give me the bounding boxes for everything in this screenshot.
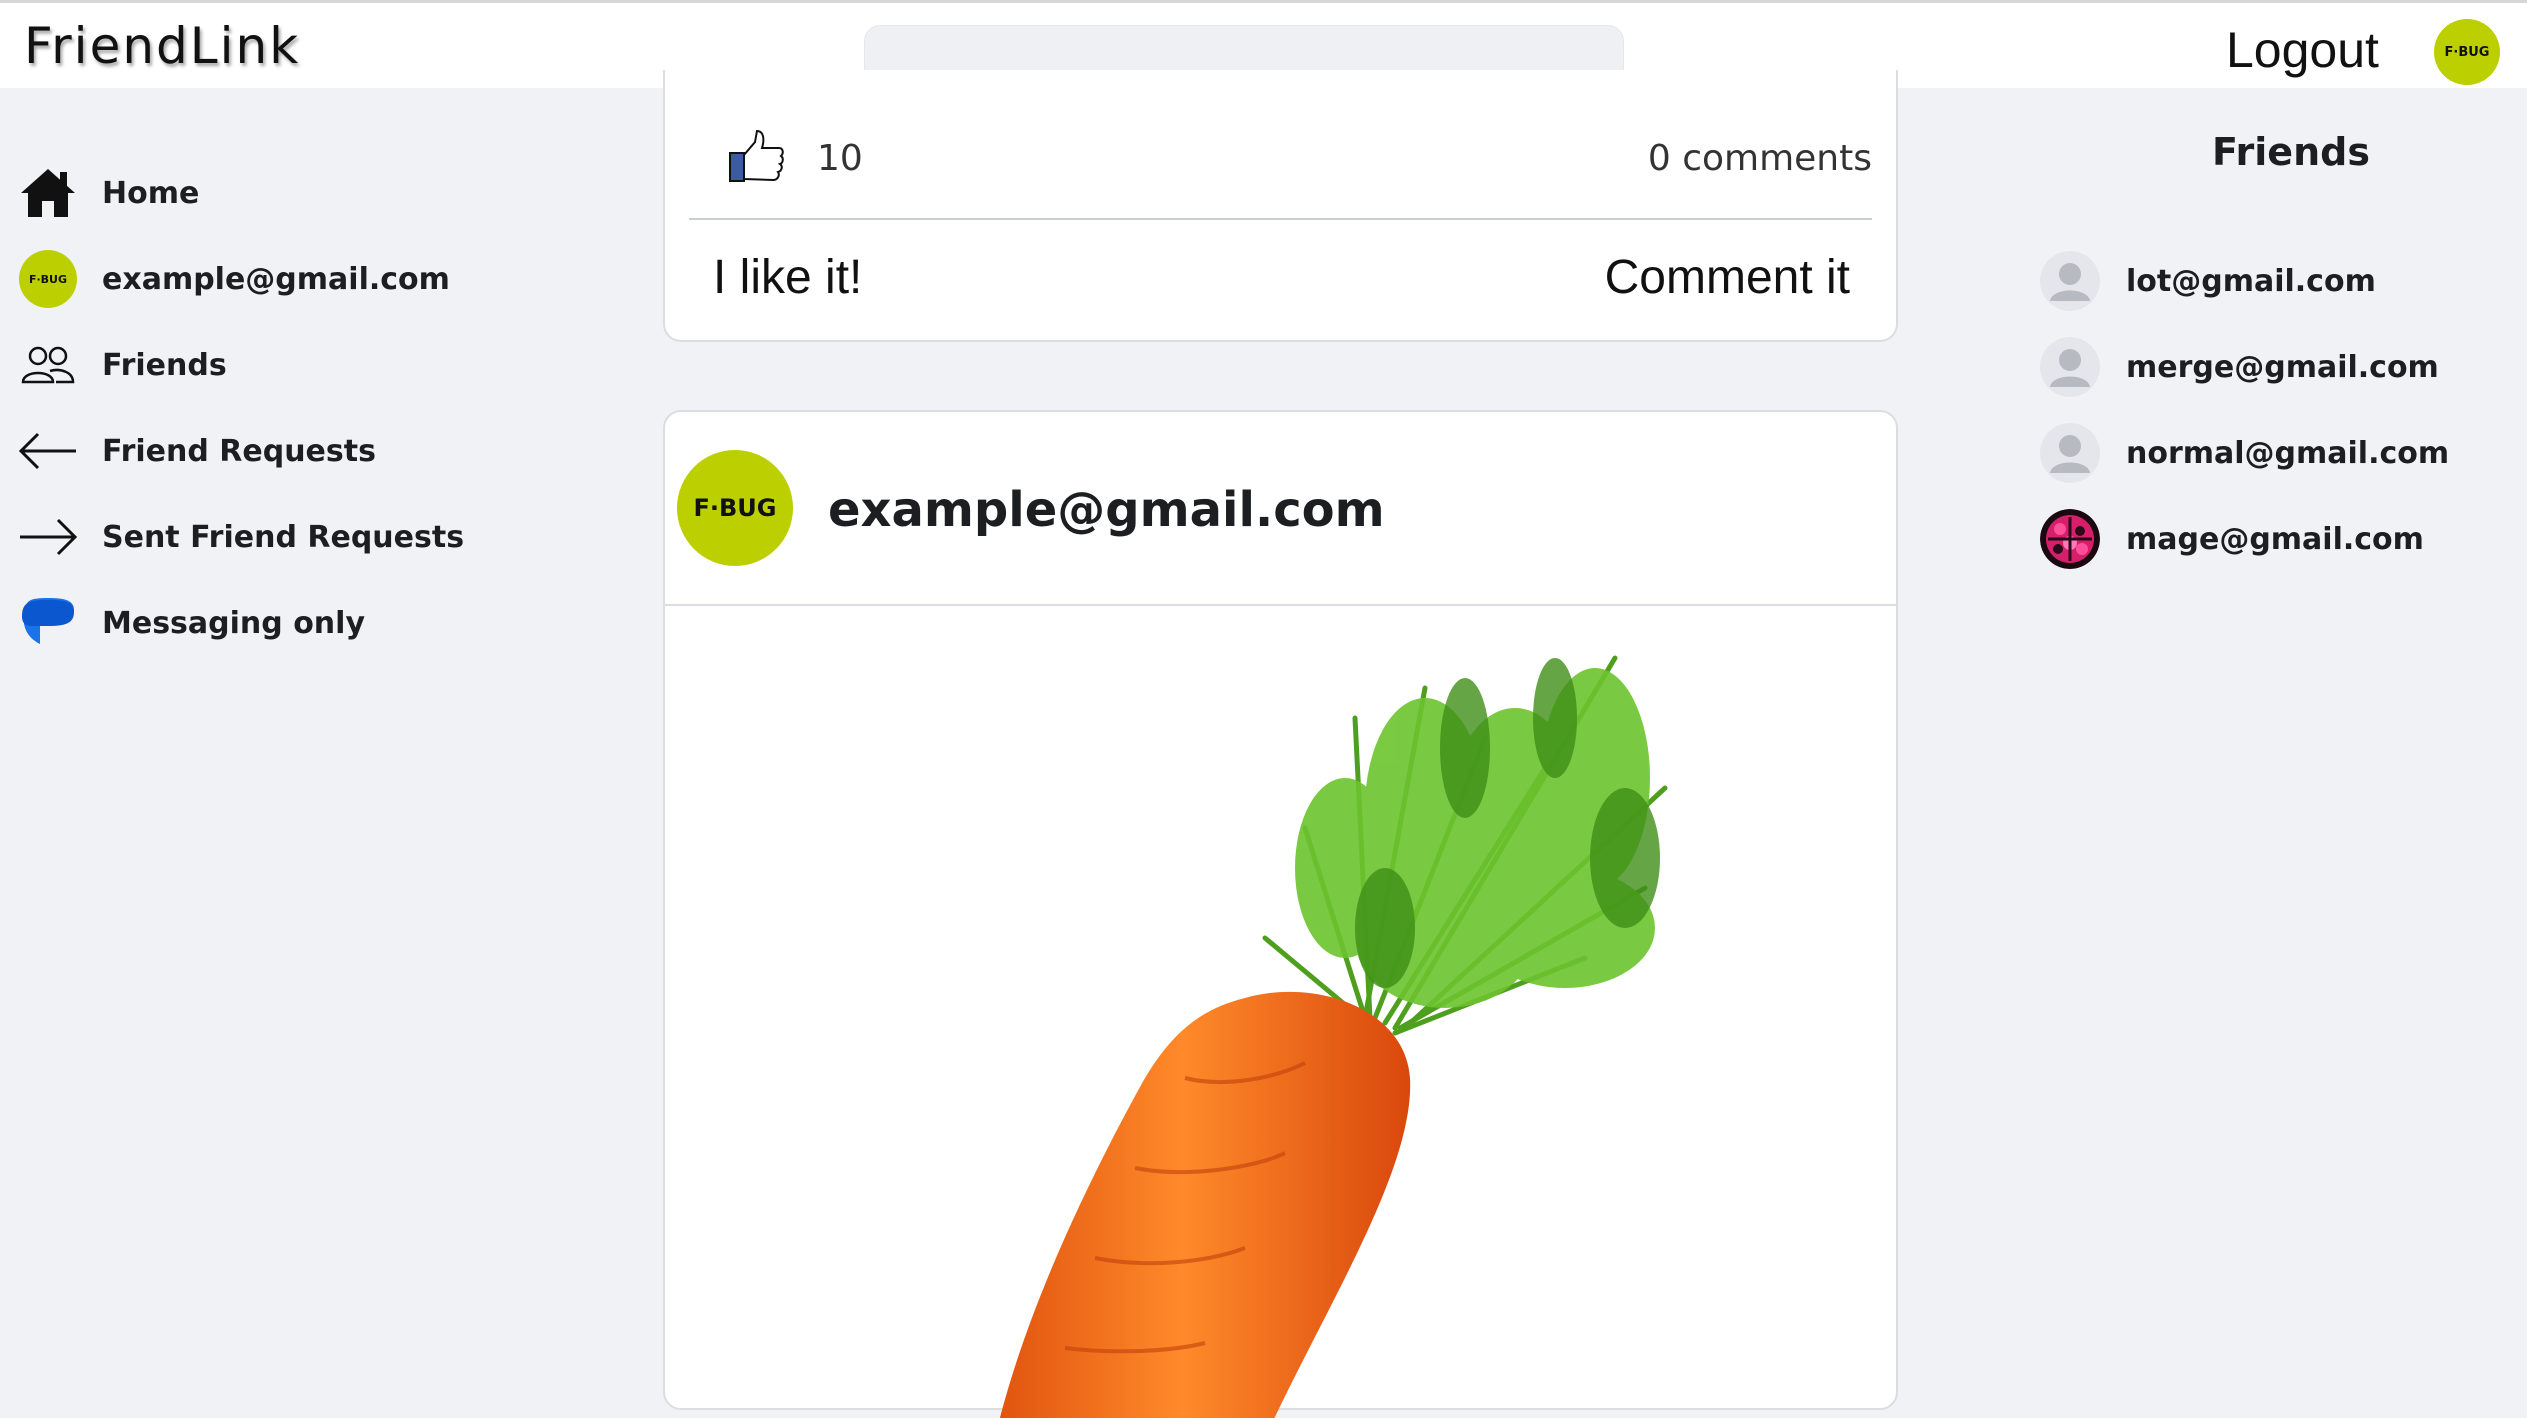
post-card: F·BUG example@gmail.com [663, 410, 1898, 1418]
carrot-root [999, 991, 1411, 1418]
divider [689, 218, 1872, 220]
friend-label: merge@gmail.com [2126, 349, 2439, 385]
friend-item[interactable]: normal@gmail.com [2040, 410, 2500, 496]
logout-button[interactable]: Logout [2226, 21, 2379, 79]
friend-item[interactable]: merge@gmail.com [2040, 324, 2500, 410]
like-summary: 10 [727, 128, 863, 188]
friend-label: mage@gmail.com [2126, 521, 2424, 557]
sidebar-item-messaging[interactable]: Messaging only [18, 580, 578, 666]
comment-count[interactable]: 0 comments [1648, 138, 1872, 179]
friend-item[interactable]: lot@gmail.com [2040, 238, 2500, 324]
sidebar-item-label: Friend Requests [102, 433, 376, 469]
like-count: 10 [817, 137, 863, 179]
arrow-right-icon [18, 507, 78, 567]
pink-pattern-avatar [2040, 509, 2100, 569]
left-sidebar: Home F·BUG example@gmail.com Friends Fri… [18, 150, 578, 666]
profile-icon-wrap: F·BUG [18, 249, 78, 309]
sidebar-item-label: Friends [102, 347, 227, 383]
arrow-left-icon [18, 421, 78, 481]
default-user-avatar [2040, 251, 2100, 311]
friends-list: lot@gmail.com merge@gmail.com normal@gma… [2040, 238, 2500, 582]
sidebar-item-label: Home [102, 175, 200, 211]
post-card-previous: 10 0 comments I like it! Comment it [663, 70, 1898, 342]
like-button[interactable]: I like it! [713, 250, 862, 305]
sidebar-item-friend-requests[interactable]: Friend Requests [18, 408, 578, 494]
friend-item[interactable]: mage@gmail.com [2040, 496, 2500, 582]
default-user-avatar [2040, 423, 2100, 483]
sidebar-item-label: Messaging only [102, 605, 365, 641]
profile-avatar[interactable]: F·BUG [2434, 19, 2500, 85]
post-header: F·BUG example@gmail.com [665, 412, 1896, 606]
post-image-carrot[interactable] [665, 608, 1896, 1418]
app-logo[interactable]: FriendLink [24, 17, 300, 75]
sidebar-item-friends[interactable]: Friends [18, 322, 578, 408]
default-user-avatar [2040, 337, 2100, 397]
friends-title: Friends [2212, 130, 2370, 174]
avatar: F·BUG [19, 250, 77, 308]
sidebar-item-label: example@gmail.com [102, 261, 450, 297]
sidebar-item-sent-requests[interactable]: Sent Friend Requests [18, 494, 578, 580]
comment-button[interactable]: Comment it [1605, 250, 1850, 305]
avatar[interactable]: F·BUG [677, 450, 793, 566]
chat-bubble-icon [18, 593, 78, 653]
sidebar-item-label: Sent Friend Requests [102, 519, 465, 555]
sidebar-item-profile[interactable]: F·BUG example@gmail.com [18, 236, 578, 322]
thumbs-up-icon [727, 128, 785, 188]
friend-label: lot@gmail.com [2126, 263, 2376, 299]
home-icon [18, 163, 78, 223]
sidebar-item-home[interactable]: Home [18, 150, 578, 236]
friends-icon [18, 335, 78, 395]
friend-label: normal@gmail.com [2126, 435, 2450, 471]
post-author[interactable]: example@gmail.com [828, 482, 1385, 538]
